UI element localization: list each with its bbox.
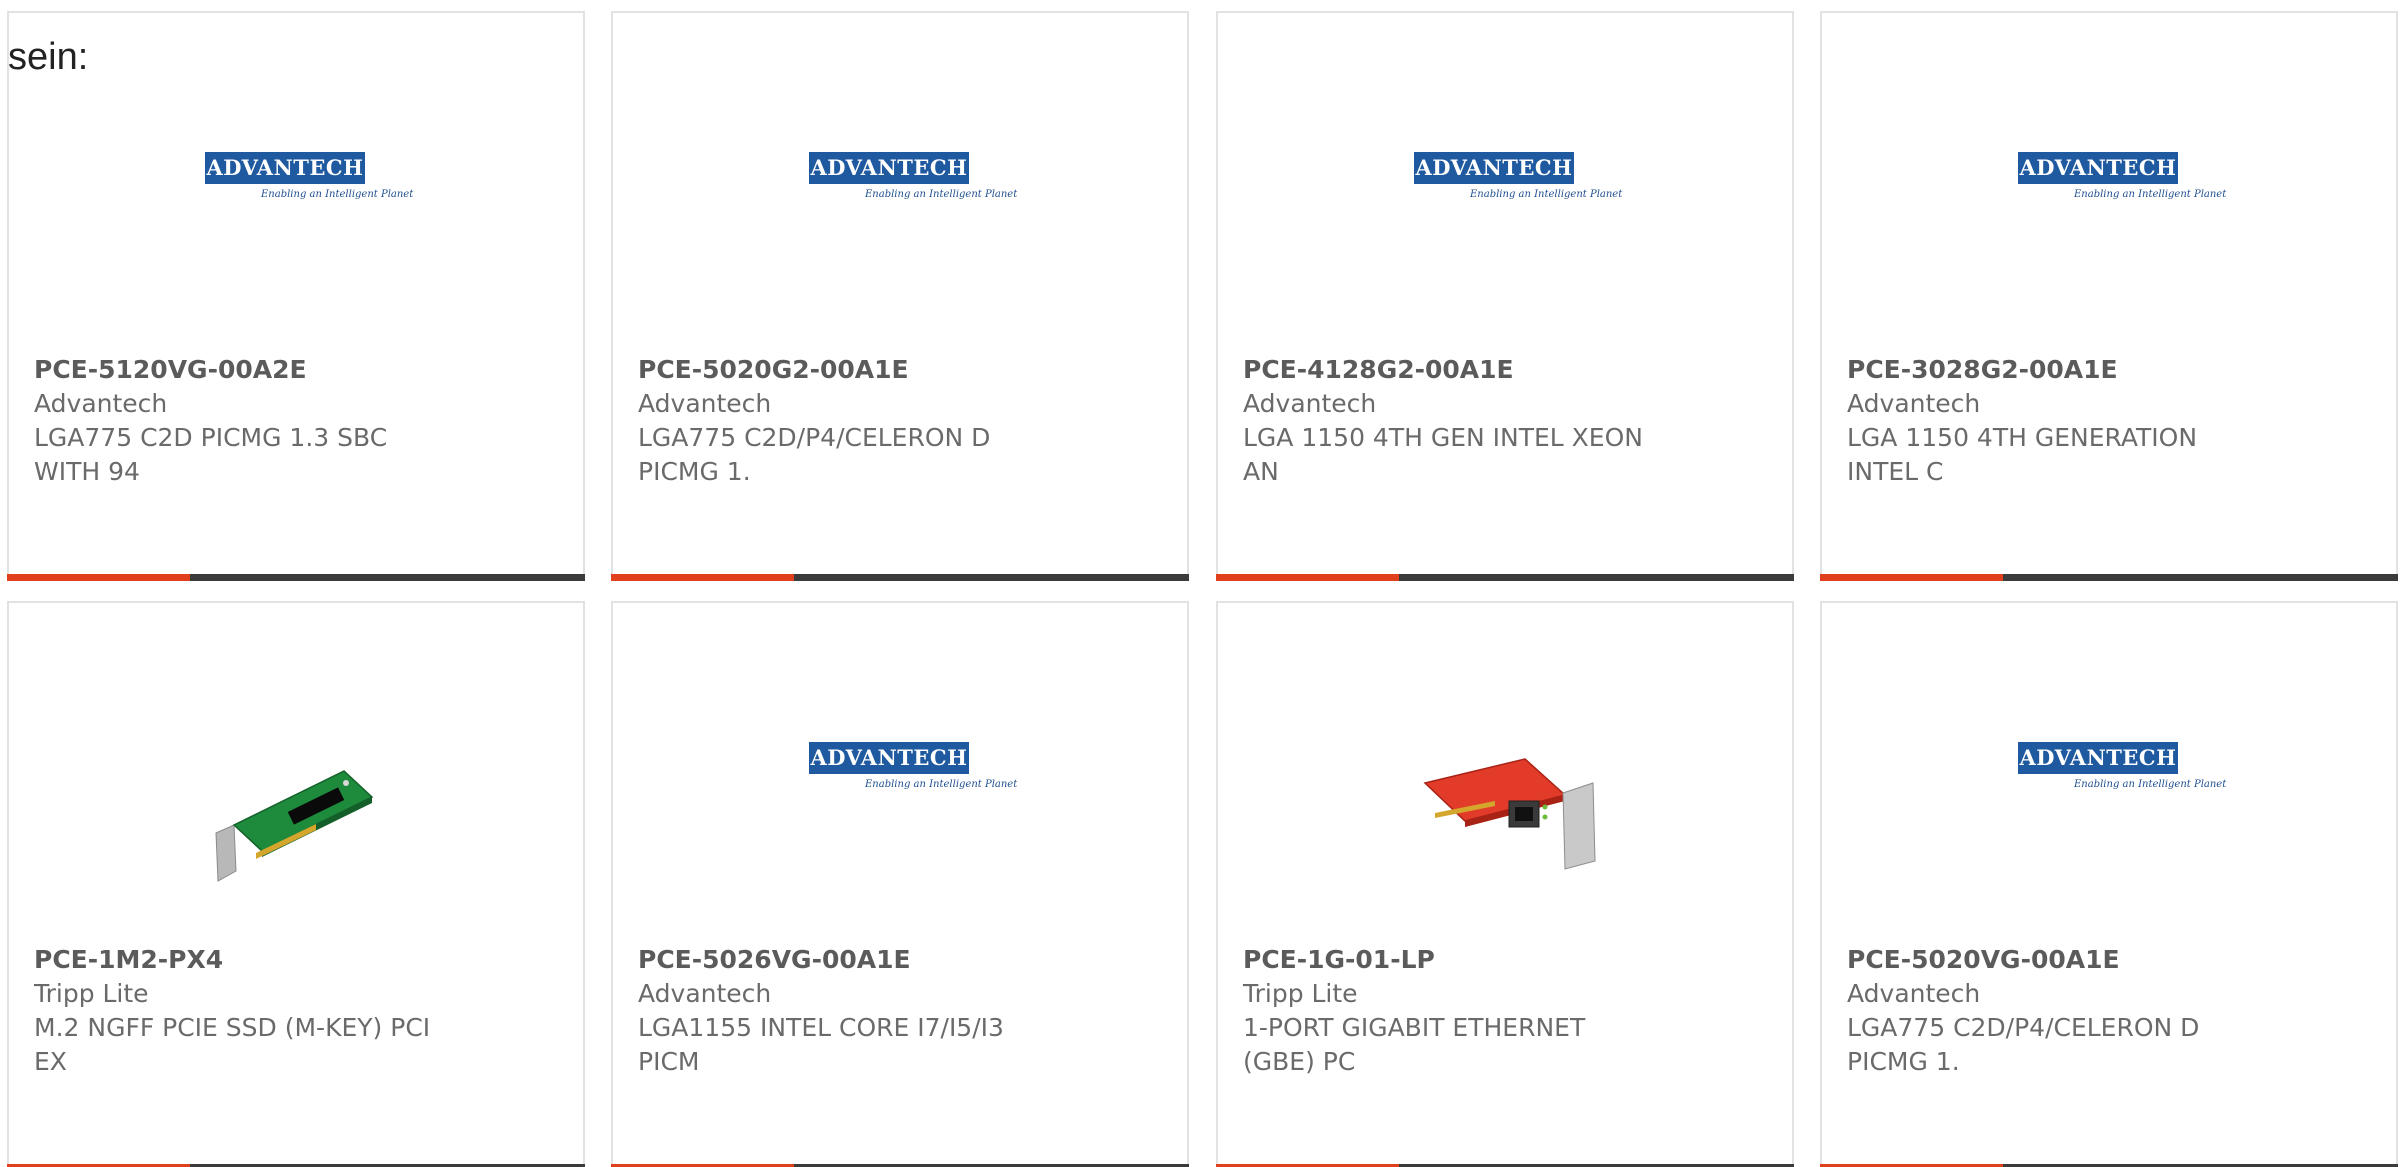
product-sku[interactable]: PCE-1M2-PX4 — [34, 943, 494, 977]
product-sku[interactable]: PCE-5120VG-00A2E — [34, 353, 494, 387]
card-accent-bar — [611, 574, 794, 581]
product-brand: Tripp Lite — [1243, 979, 1358, 1008]
product-info: PCE-1G-01-LP Tripp Lite 1-PORT GIGABIT E… — [1243, 943, 1703, 1079]
product-card[interactable]: PCE-1G-01-LP Tripp Lite 1-PORT GIGABIT E… — [1216, 601, 1794, 1167]
product-brand: Advantech — [34, 389, 168, 418]
product-card[interactable]: ADVANTECH Enabling an Intelligent Planet… — [1216, 11, 1794, 581]
logo-brand-text: ADVANTECH — [809, 742, 969, 774]
product-description: LGA 1150 4TH GENERATION INTEL C — [1847, 423, 2198, 486]
logo-tagline: Enabling an Intelligent Planet — [2074, 779, 2227, 790]
logo-brand-text: ADVANTECH — [809, 152, 969, 184]
advantech-logo: ADVANTECH Enabling an Intelligent Planet — [191, 145, 413, 205]
product-info: PCE-5120VG-00A2E Advantech LGA775 C2D PI… — [34, 353, 494, 489]
logo-tagline: Enabling an Intelligent Planet — [261, 189, 414, 200]
product-brand: Tripp Lite — [34, 979, 149, 1008]
red-ethernet-card-image — [1423, 758, 1596, 870]
product-card[interactable]: ADVANTECH Enabling an Intelligent Planet… — [611, 601, 1189, 1167]
product-image[interactable] — [9, 735, 583, 885]
logo-brand-text: ADVANTECH — [2018, 742, 2178, 774]
product-info: PCE-5026VG-00A1E Advantech LGA1155 INTEL… — [638, 943, 1098, 1079]
advantech-logo: ADVANTECH Enabling an Intelligent Planet — [2004, 145, 2226, 205]
product-image[interactable]: ADVANTECH Enabling an Intelligent Planet — [1218, 145, 1792, 295]
intro-text: sein: — [8, 36, 89, 78]
product-card[interactable]: ADVANTECH Enabling an Intelligent Planet… — [7, 11, 585, 581]
product-image[interactable]: ADVANTECH Enabling an Intelligent Planet — [613, 735, 1187, 885]
product-description: LGA775 C2D/P4/CELERON D PICMG 1. — [638, 423, 991, 486]
card-accent-bar — [7, 574, 190, 581]
product-card[interactable]: ADVANTECH Enabling an Intelligent Planet… — [611, 11, 1189, 581]
product-description: LGA775 C2D/P4/CELERON D PICMG 1. — [1847, 1013, 2200, 1076]
card-bottom-bar — [1216, 574, 1794, 581]
product-card[interactable]: ADVANTECH Enabling an Intelligent Planet… — [1820, 601, 2398, 1167]
product-image[interactable] — [1218, 735, 1792, 885]
advantech-logo: ADVANTECH Enabling an Intelligent Planet — [795, 735, 1017, 795]
product-info: PCE-1M2-PX4 Tripp Lite M.2 NGFF PCIE SSD… — [34, 943, 494, 1079]
product-sku[interactable]: PCE-5020G2-00A1E — [638, 353, 1098, 387]
product-brand: Advantech — [638, 979, 772, 1008]
product-description: 1-PORT GIGABIT ETHERNET (GBE) PC — [1243, 1013, 1586, 1076]
advantech-logo: ADVANTECH Enabling an Intelligent Planet — [795, 145, 1017, 205]
product-description: LGA 1150 4TH GEN INTEL XEON AN — [1243, 423, 1643, 486]
product-sku[interactable]: PCE-5026VG-00A1E — [638, 943, 1098, 977]
product-description: LGA1155 INTEL CORE I7/I5/I3 PICM — [638, 1013, 1004, 1076]
product-info: PCE-4128G2-00A1E Advantech LGA 1150 4TH … — [1243, 353, 1703, 489]
product-brand: Advantech — [1243, 389, 1377, 418]
product-info: PCE-5020G2-00A1E Advantech LGA775 C2D/P4… — [638, 353, 1098, 489]
product-brand: Advantech — [1847, 979, 1981, 1008]
logo-tagline: Enabling an Intelligent Planet — [865, 779, 1018, 790]
product-card[interactable]: PCE-1M2-PX4 Tripp Lite M.2 NGFF PCIE SSD… — [7, 601, 585, 1167]
logo-brand-text: ADVANTECH — [1414, 152, 1574, 184]
logo-brand-text: ADVANTECH — [205, 152, 365, 184]
product-sku[interactable]: PCE-3028G2-00A1E — [1847, 353, 2307, 387]
product-description: LGA775 C2D PICMG 1.3 SBC WITH 94 — [34, 423, 388, 486]
advantech-logo: ADVANTECH Enabling an Intelligent Planet — [2004, 735, 2226, 795]
product-sku[interactable]: PCE-1G-01-LP — [1243, 943, 1703, 977]
product-brand: Advantech — [1847, 389, 1981, 418]
product-image[interactable]: ADVANTECH Enabling an Intelligent Planet — [1822, 145, 2396, 295]
card-accent-bar — [1820, 574, 2003, 581]
product-sku[interactable]: PCE-5020VG-00A1E — [1847, 943, 2307, 977]
product-grid-page: sein: ADVANTECH Enabling an Intelligent … — [0, 0, 2400, 1167]
logo-tagline: Enabling an Intelligent Planet — [2074, 189, 2227, 200]
product-description: M.2 NGFF PCIE SSD (M-KEY) PCI EX — [34, 1013, 431, 1076]
card-bottom-bar — [611, 574, 1189, 581]
logo-brand-text: ADVANTECH — [2018, 152, 2178, 184]
green-pcie-card-image — [215, 770, 374, 882]
logo-tagline: Enabling an Intelligent Planet — [1470, 189, 1623, 200]
product-image[interactable]: ADVANTECH Enabling an Intelligent Planet — [613, 145, 1187, 295]
card-accent-bar — [1216, 574, 1399, 581]
product-card[interactable]: ADVANTECH Enabling an Intelligent Planet… — [1820, 11, 2398, 581]
card-bottom-bar — [7, 574, 585, 581]
product-brand: Advantech — [638, 389, 772, 418]
product-info: PCE-3028G2-00A1E Advantech LGA 1150 4TH … — [1847, 353, 2307, 489]
advantech-logo: ADVANTECH Enabling an Intelligent Planet — [1400, 145, 1622, 205]
card-bottom-bar — [1820, 574, 2398, 581]
product-sku[interactable]: PCE-4128G2-00A1E — [1243, 353, 1703, 387]
product-image[interactable]: ADVANTECH Enabling an Intelligent Planet — [9, 145, 583, 295]
product-info: PCE-5020VG-00A1E Advantech LGA775 C2D/P4… — [1847, 943, 2307, 1079]
logo-tagline: Enabling an Intelligent Planet — [865, 189, 1018, 200]
product-image[interactable]: ADVANTECH Enabling an Intelligent Planet — [1822, 735, 2396, 885]
